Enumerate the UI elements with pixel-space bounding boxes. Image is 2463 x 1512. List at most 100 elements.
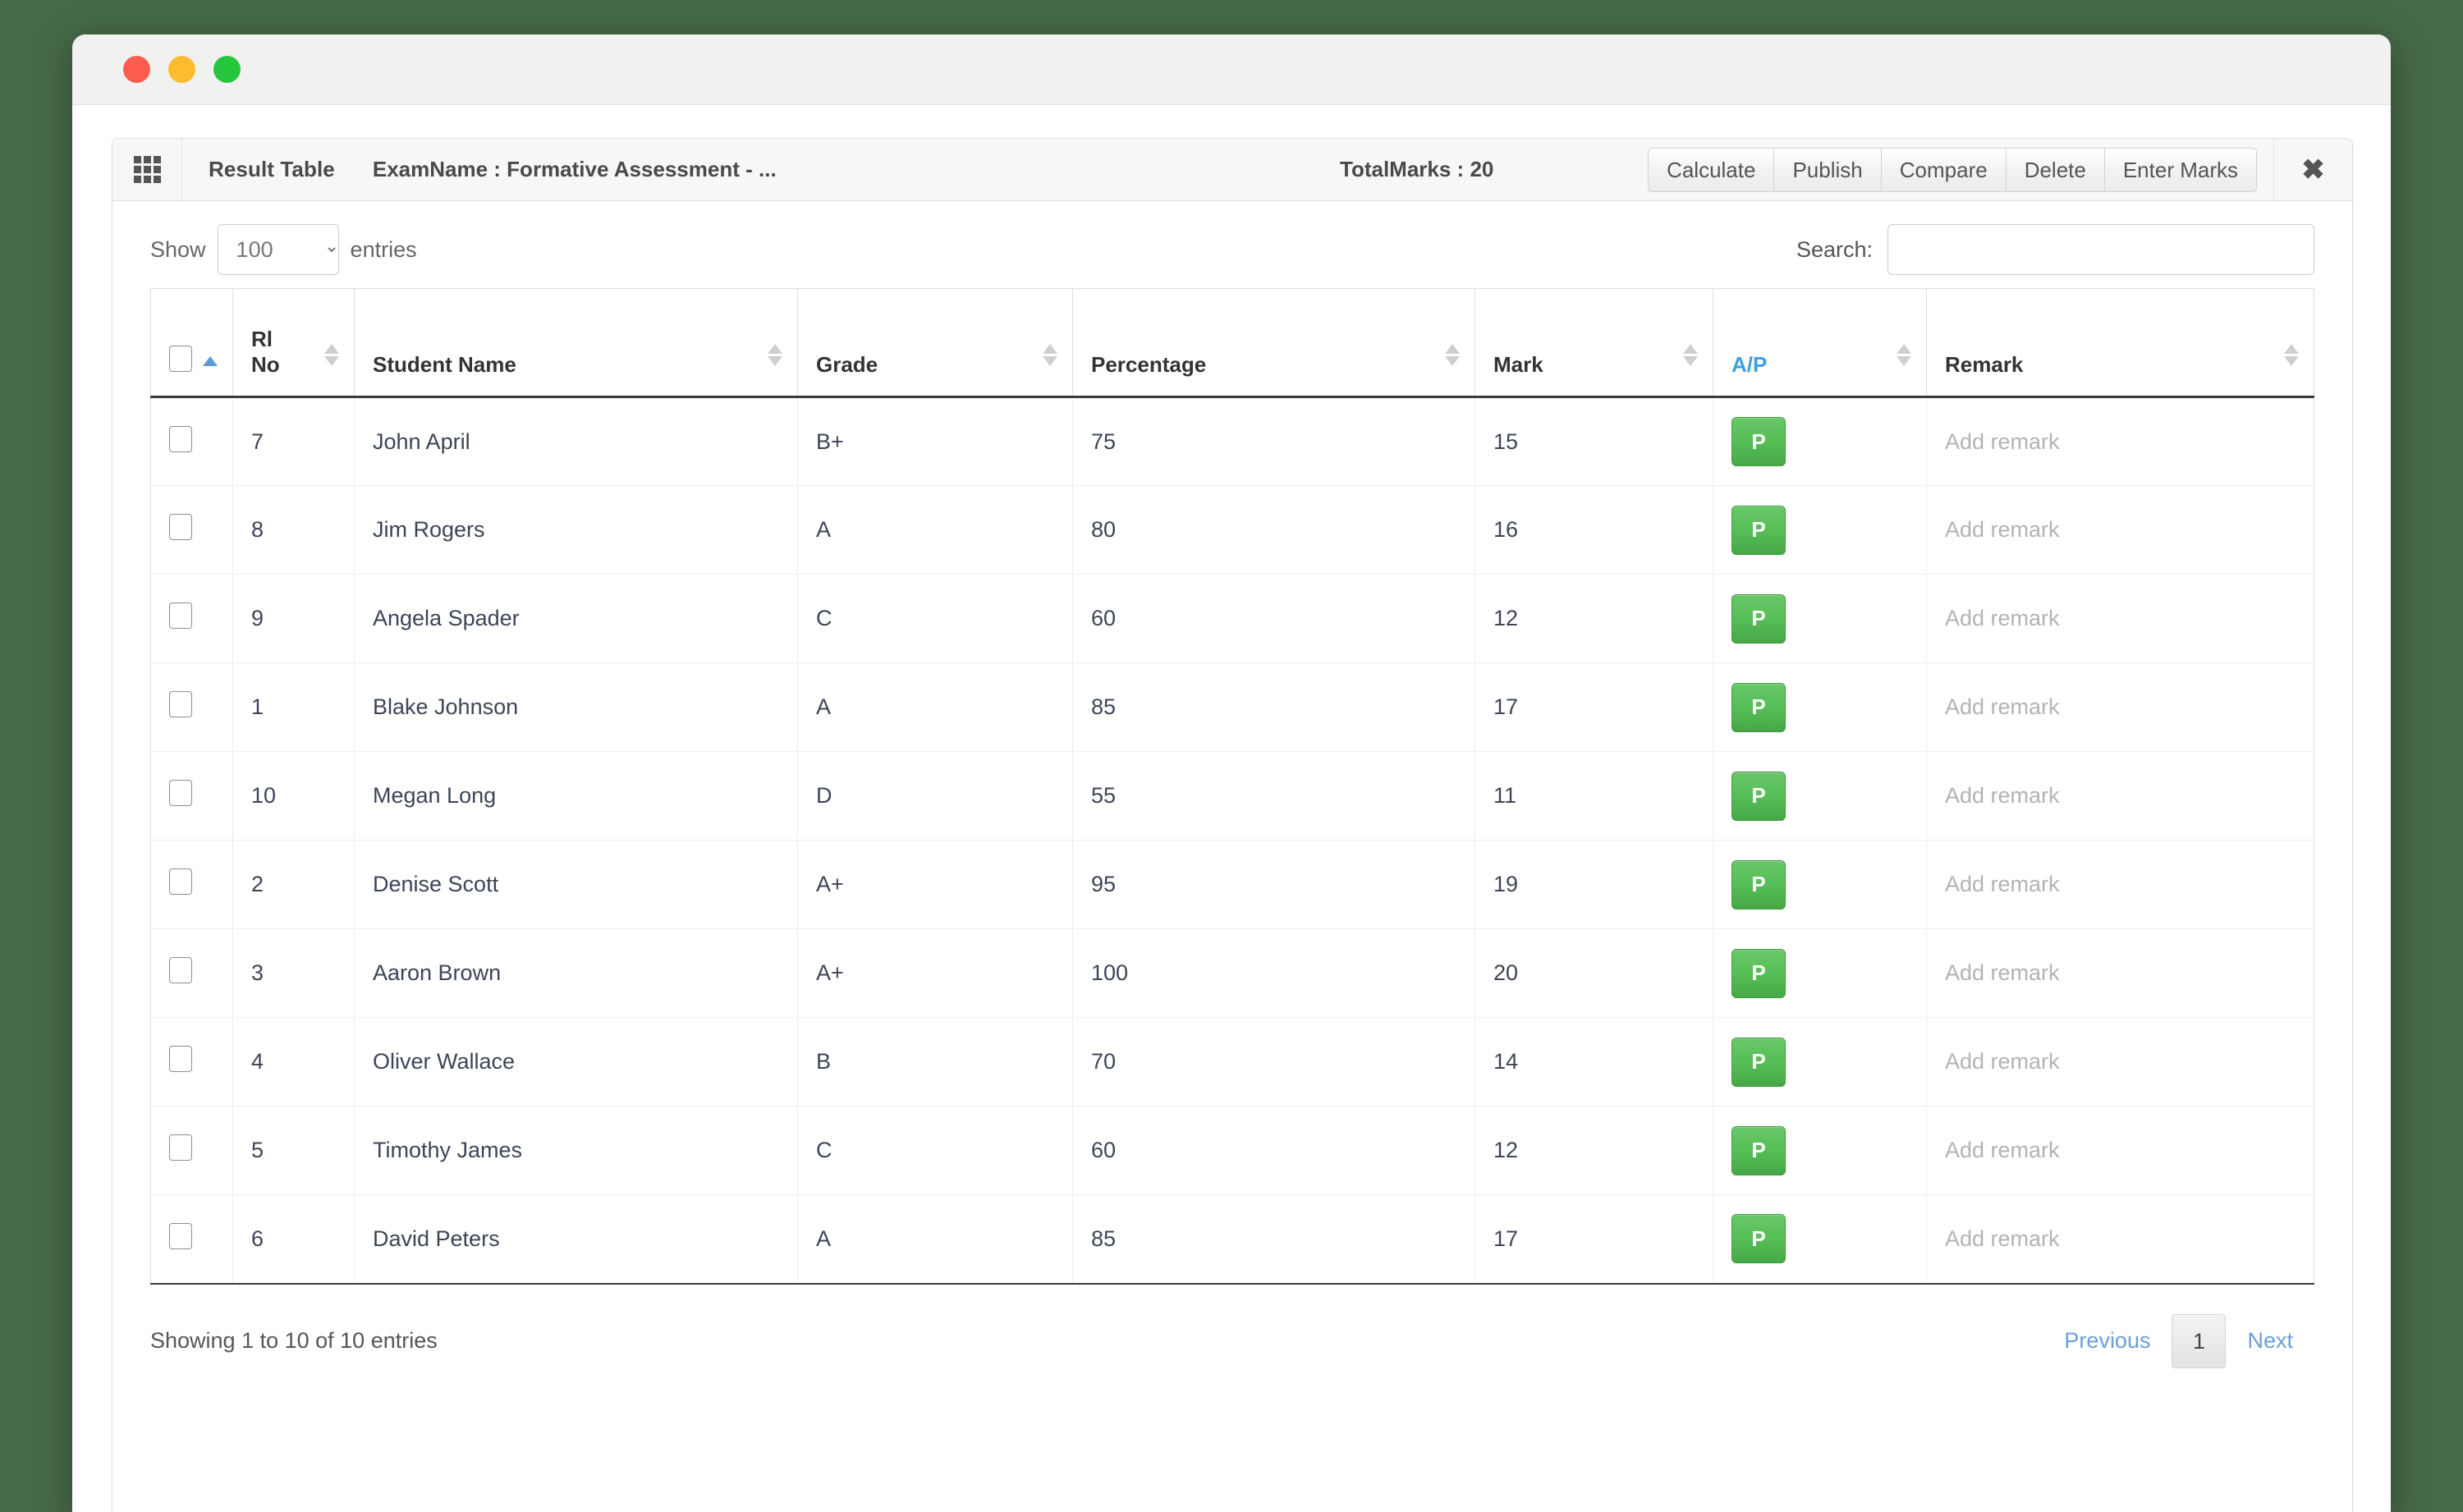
minimize-window-button[interactable] [168, 56, 195, 83]
column-header-ap[interactable]: A/P [1713, 288, 1927, 398]
table-head: Rl No Student Name Grade Percentage Mark… [150, 288, 2314, 398]
pass-status-button[interactable]: P [1731, 1037, 1786, 1087]
pass-status-button[interactable]: P [1731, 948, 1786, 998]
cell-remark[interactable]: Add remark [1926, 396, 2314, 486]
row-checkbox[interactable] [169, 514, 192, 540]
close-panel-button[interactable]: ✖ [2273, 139, 2352, 200]
cell-remark[interactable]: Add remark [1926, 1106, 2314, 1195]
remark-placeholder[interactable]: Add remark [1945, 1049, 2296, 1074]
publish-button[interactable]: Publish [1773, 148, 1881, 192]
grid-menu-button[interactable] [112, 139, 182, 200]
cell-remark[interactable]: Add remark [1926, 751, 2314, 841]
row-checkbox[interactable] [169, 1222, 192, 1249]
maximize-window-button[interactable] [213, 56, 241, 83]
row-checkbox[interactable] [169, 1046, 192, 1072]
column-header-percentage[interactable]: Percentage [1072, 288, 1475, 398]
row-checkbox[interactable] [169, 691, 192, 717]
remark-placeholder[interactable]: Add remark [1945, 1226, 2296, 1252]
column-label-rino-line1: Rl [251, 327, 273, 351]
cell-grade: A [797, 1194, 1073, 1285]
remark-placeholder[interactable]: Add remark [1945, 960, 2296, 986]
column-header-student-name[interactable]: Student Name [354, 288, 798, 398]
cell-remark[interactable]: Add remark [1926, 574, 2314, 663]
cell-grade: D [797, 751, 1073, 841]
compare-button[interactable]: Compare [1880, 148, 2006, 192]
row-checkbox[interactable] [169, 780, 192, 806]
cell-grade: A [797, 485, 1073, 575]
remark-placeholder[interactable]: Add remark [1945, 429, 2296, 455]
row-select-cell [150, 1017, 233, 1107]
cell-remark[interactable]: Add remark [1926, 928, 2314, 1018]
remark-placeholder[interactable]: Add remark [1945, 517, 2296, 543]
pass-status-button[interactable]: P [1731, 859, 1786, 909]
pagination-next[interactable]: Next [2226, 1314, 2314, 1368]
column-label-remark: Remark [1945, 352, 2024, 377]
cell-mark: 17 [1475, 662, 1713, 752]
cell-mark: 17 [1475, 1194, 1713, 1285]
cell-rino: 8 [232, 485, 355, 575]
column-header-select-all[interactable] [150, 288, 233, 398]
table-row: 6 David Peters A 85 17 P Add remark [150, 1194, 2314, 1285]
page-length-select[interactable]: 100 [217, 224, 339, 275]
remark-placeholder[interactable]: Add remark [1945, 694, 2296, 720]
row-checkbox[interactable] [169, 1134, 192, 1161]
pass-status-button[interactable]: P [1731, 682, 1786, 732]
app-window: Result Table ExamName : Formative Assess… [72, 34, 2391, 1512]
column-header-remark[interactable]: Remark [1926, 288, 2314, 398]
row-checkbox[interactable] [169, 425, 192, 452]
sort-indicator-ap [1897, 344, 1911, 366]
column-header-mark[interactable]: Mark [1475, 288, 1713, 398]
pagination-previous[interactable]: Previous [2043, 1314, 2172, 1368]
table-row: 8 Jim Rogers A 80 16 P Add remark [150, 485, 2314, 575]
row-checkbox[interactable] [169, 868, 192, 895]
cell-grade: A+ [797, 840, 1073, 929]
row-select-cell [150, 485, 233, 575]
remark-placeholder[interactable]: Add remark [1945, 872, 2296, 897]
cell-rino: 3 [232, 928, 355, 1018]
column-label-student-name: Student Name [373, 352, 516, 377]
cell-remark[interactable]: Add remark [1926, 840, 2314, 929]
cell-rino: 2 [232, 840, 355, 929]
column-header-rino[interactable]: Rl No [232, 288, 355, 398]
cell-grade: B [797, 1017, 1073, 1107]
remark-placeholder[interactable]: Add remark [1945, 1138, 2296, 1163]
cell-rino: 7 [232, 396, 355, 486]
sort-descending-icon [1683, 356, 1698, 366]
pass-status-button[interactable]: P [1731, 593, 1786, 644]
cell-percentage: 85 [1072, 662, 1475, 752]
cell-remark[interactable]: Add remark [1926, 1017, 2314, 1107]
search-control: Search: [1796, 224, 2314, 275]
delete-button[interactable]: Delete [2005, 148, 2104, 192]
cell-mark: 19 [1475, 840, 1713, 929]
remark-placeholder[interactable]: Add remark [1945, 783, 2296, 809]
sort-indicator-select-all [203, 356, 218, 366]
pass-status-button[interactable]: P [1731, 505, 1786, 555]
sort-ascending-icon [1043, 344, 1057, 354]
column-header-grade[interactable]: Grade [797, 288, 1073, 398]
select-all-checkbox[interactable] [169, 346, 192, 372]
pass-status-button[interactable]: P [1731, 771, 1786, 821]
row-checkbox[interactable] [169, 957, 192, 983]
cell-grade: C [797, 574, 1073, 663]
pagination-page-1[interactable]: 1 [2172, 1313, 2227, 1368]
cell-student-name: Jim Rogers [354, 485, 798, 575]
cell-grade: A [797, 662, 1073, 752]
pass-status-button[interactable]: P [1731, 1125, 1786, 1175]
cell-ap: P [1713, 751, 1927, 841]
grid-icon [133, 156, 161, 183]
pass-status-button[interactable]: P [1731, 1214, 1786, 1264]
enter-marks-button[interactable]: Enter Marks [2103, 148, 2257, 192]
remark-placeholder[interactable]: Add remark [1945, 606, 2296, 631]
calculate-button[interactable]: Calculate [1648, 148, 1774, 192]
pass-status-button[interactable]: P [1731, 417, 1786, 466]
cell-remark[interactable]: Add remark [1926, 1194, 2314, 1285]
cell-student-name: Timothy James [354, 1106, 798, 1195]
row-select-cell [150, 1106, 233, 1195]
row-checkbox[interactable] [169, 603, 192, 629]
close-window-button[interactable] [123, 56, 150, 83]
search-input[interactable] [1887, 224, 2314, 275]
cell-remark[interactable]: Add remark [1926, 662, 2314, 752]
cell-remark[interactable]: Add remark [1926, 485, 2314, 575]
row-select-cell [150, 1194, 233, 1285]
cell-rino: 5 [232, 1106, 355, 1195]
